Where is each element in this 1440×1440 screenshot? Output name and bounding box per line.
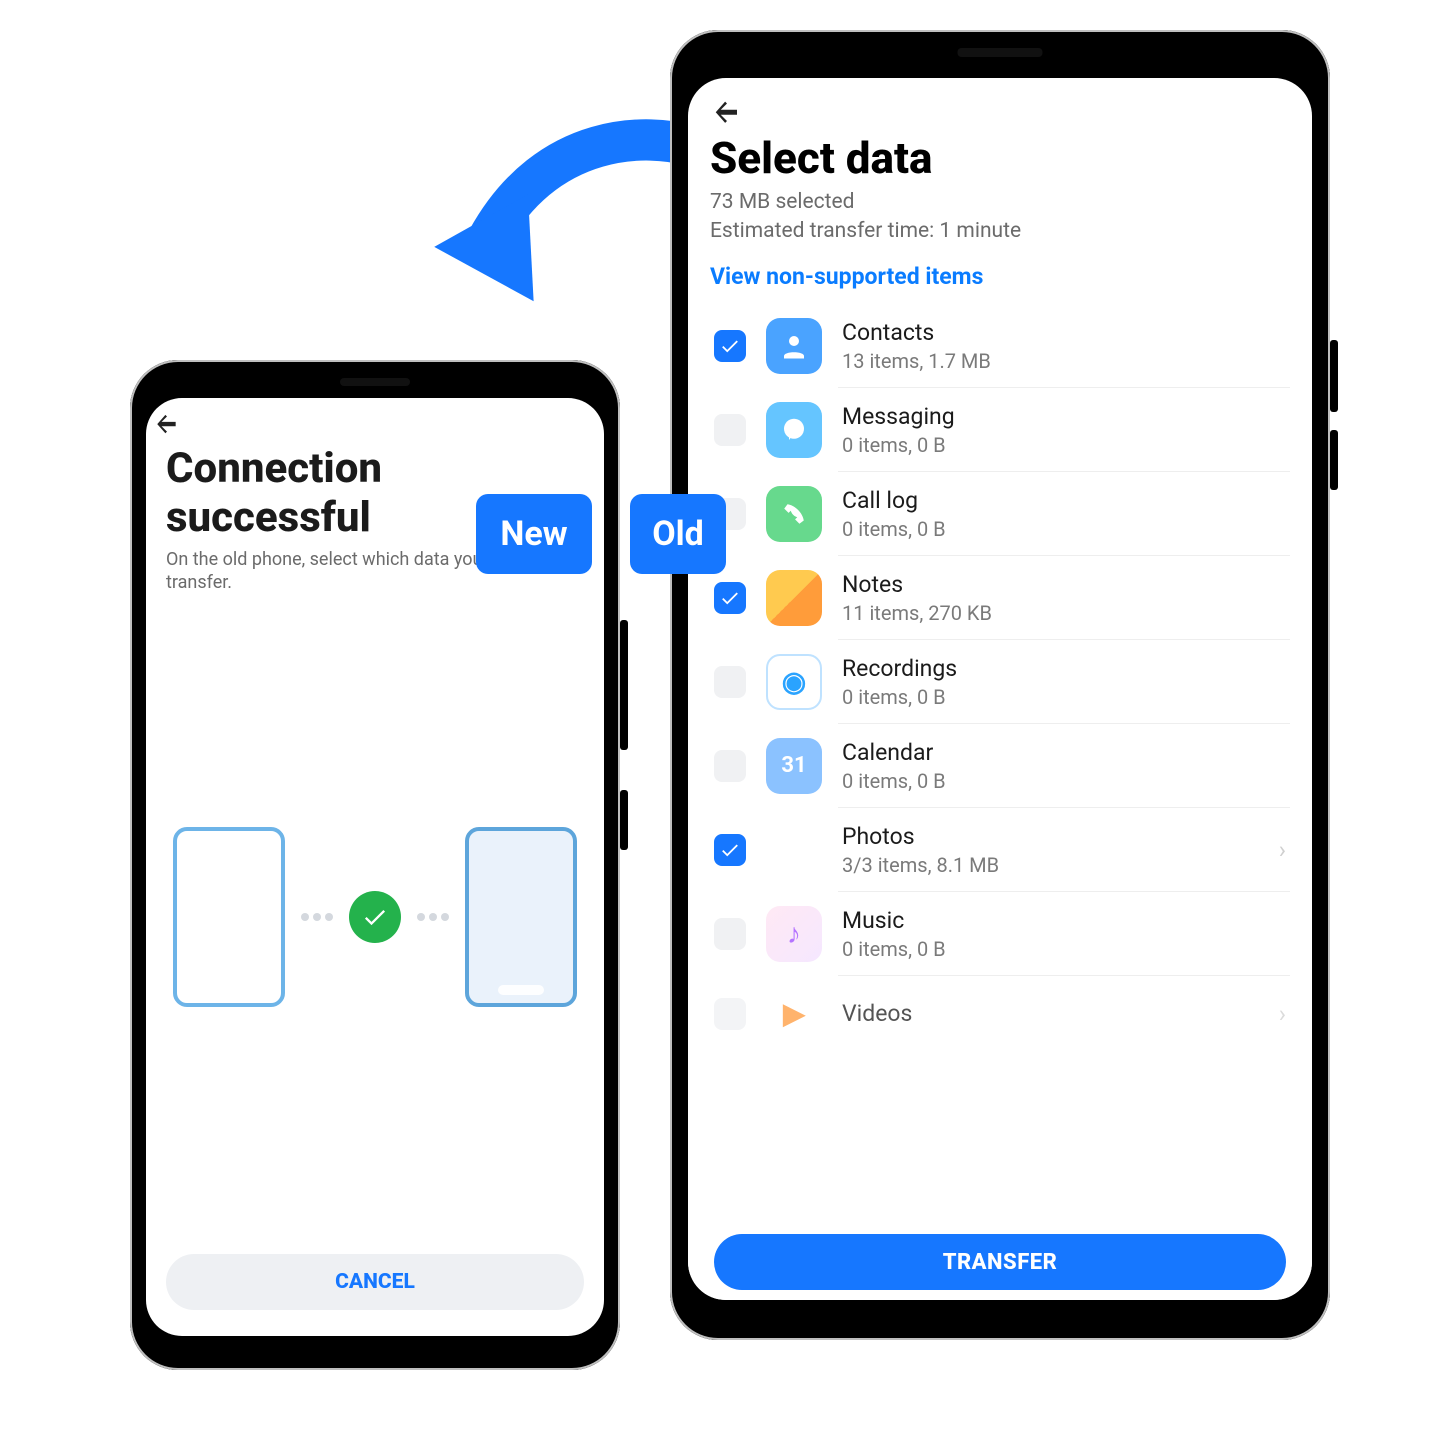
- item-name: Photos: [842, 823, 1259, 850]
- chevron-right-icon: ›: [1279, 836, 1286, 864]
- item-name: Music: [842, 907, 1286, 934]
- item-desc: 0 items, 0 B: [842, 937, 1286, 961]
- checkbox[interactable]: [714, 582, 746, 614]
- data-row-cal[interactable]: 31 Calendar 0 items, 0 B: [710, 724, 1290, 808]
- view-unsupported-link[interactable]: View non-supported items: [688, 247, 1312, 300]
- phone-icon: [766, 486, 822, 542]
- data-row-call[interactable]: Call log 0 items, 0 B: [710, 472, 1290, 556]
- data-type-list: Contacts 13 items, 1.7 MB Messaging 0 items…: [688, 300, 1312, 1224]
- transfer-button[interactable]: TRANSFER: [714, 1234, 1286, 1290]
- item-name: Calendar: [842, 739, 1286, 766]
- music-icon: ♪: [766, 906, 822, 962]
- page-title: Select data: [688, 126, 1312, 188]
- old-badge: Old: [630, 494, 726, 574]
- back-button[interactable]: [146, 398, 186, 438]
- data-row-music[interactable]: ♪ Music 0 items, 0 B: [710, 892, 1290, 976]
- data-row-photos[interactable]: ✿ Photos 3/3 items, 8.1 MB ›: [710, 808, 1290, 892]
- item-desc: 11 items, 270 KB: [842, 601, 1286, 625]
- recordings-icon: ◉: [766, 654, 822, 710]
- notes-icon: [766, 570, 822, 626]
- item-name: Messaging: [842, 403, 1286, 430]
- new-badge: New: [476, 494, 592, 574]
- new-device-icon: [173, 827, 285, 1007]
- checkbox[interactable]: [714, 414, 746, 446]
- item-desc: 0 items, 0 B: [842, 517, 1286, 541]
- item-name: Notes: [842, 571, 1286, 598]
- old-phone-frame: Select data 73 MB selected Estimated tra…: [670, 30, 1330, 1340]
- video-icon: ▶: [766, 986, 822, 1038]
- calendar-icon: 31: [766, 738, 822, 794]
- data-row-msg[interactable]: Messaging 0 items, 0 B: [710, 388, 1290, 472]
- item-desc: 0 items, 0 B: [842, 769, 1286, 793]
- old-device-icon: [465, 827, 577, 1007]
- cancel-button[interactable]: CANCEL: [166, 1254, 584, 1310]
- item-name: Recordings: [842, 655, 1286, 682]
- photos-icon: ✿: [766, 822, 822, 878]
- check-icon: [349, 891, 401, 943]
- item-desc: 0 items, 0 B: [842, 685, 1286, 709]
- item-desc: 3/3 items, 8.1 MB: [842, 853, 1259, 877]
- checkbox[interactable]: [714, 998, 746, 1030]
- data-row-rec[interactable]: ◉ Recordings 0 items, 0 B: [710, 640, 1290, 724]
- item-name: Videos: [842, 1000, 1259, 1027]
- connection-illustration: [146, 595, 604, 1240]
- checkbox[interactable]: [714, 666, 746, 698]
- checkbox[interactable]: [714, 834, 746, 866]
- chevron-right-icon: ›: [1279, 1000, 1286, 1028]
- messaging-icon: [766, 402, 822, 458]
- data-row-notes[interactable]: Notes 11 items, 270 KB: [710, 556, 1290, 640]
- back-button[interactable]: [710, 86, 750, 126]
- checkbox[interactable]: [714, 750, 746, 782]
- data-row-contacts[interactable]: Contacts 13 items, 1.7 MB: [710, 304, 1290, 388]
- checkbox[interactable]: [714, 918, 746, 950]
- checkbox[interactable]: [714, 330, 746, 362]
- contacts-icon: [766, 318, 822, 374]
- item-name: Call log: [842, 487, 1286, 514]
- item-desc: 13 items, 1.7 MB: [842, 349, 1286, 373]
- data-row-video[interactable]: ▶ Videos ›: [710, 976, 1290, 1038]
- direction-arrow: [408, 110, 708, 354]
- estimate: Estimated transfer time: 1 minute: [688, 217, 1312, 246]
- selected-size: 73 MB selected: [688, 188, 1312, 217]
- item-name: Contacts: [842, 319, 1286, 346]
- item-desc: 0 items, 0 B: [842, 433, 1286, 457]
